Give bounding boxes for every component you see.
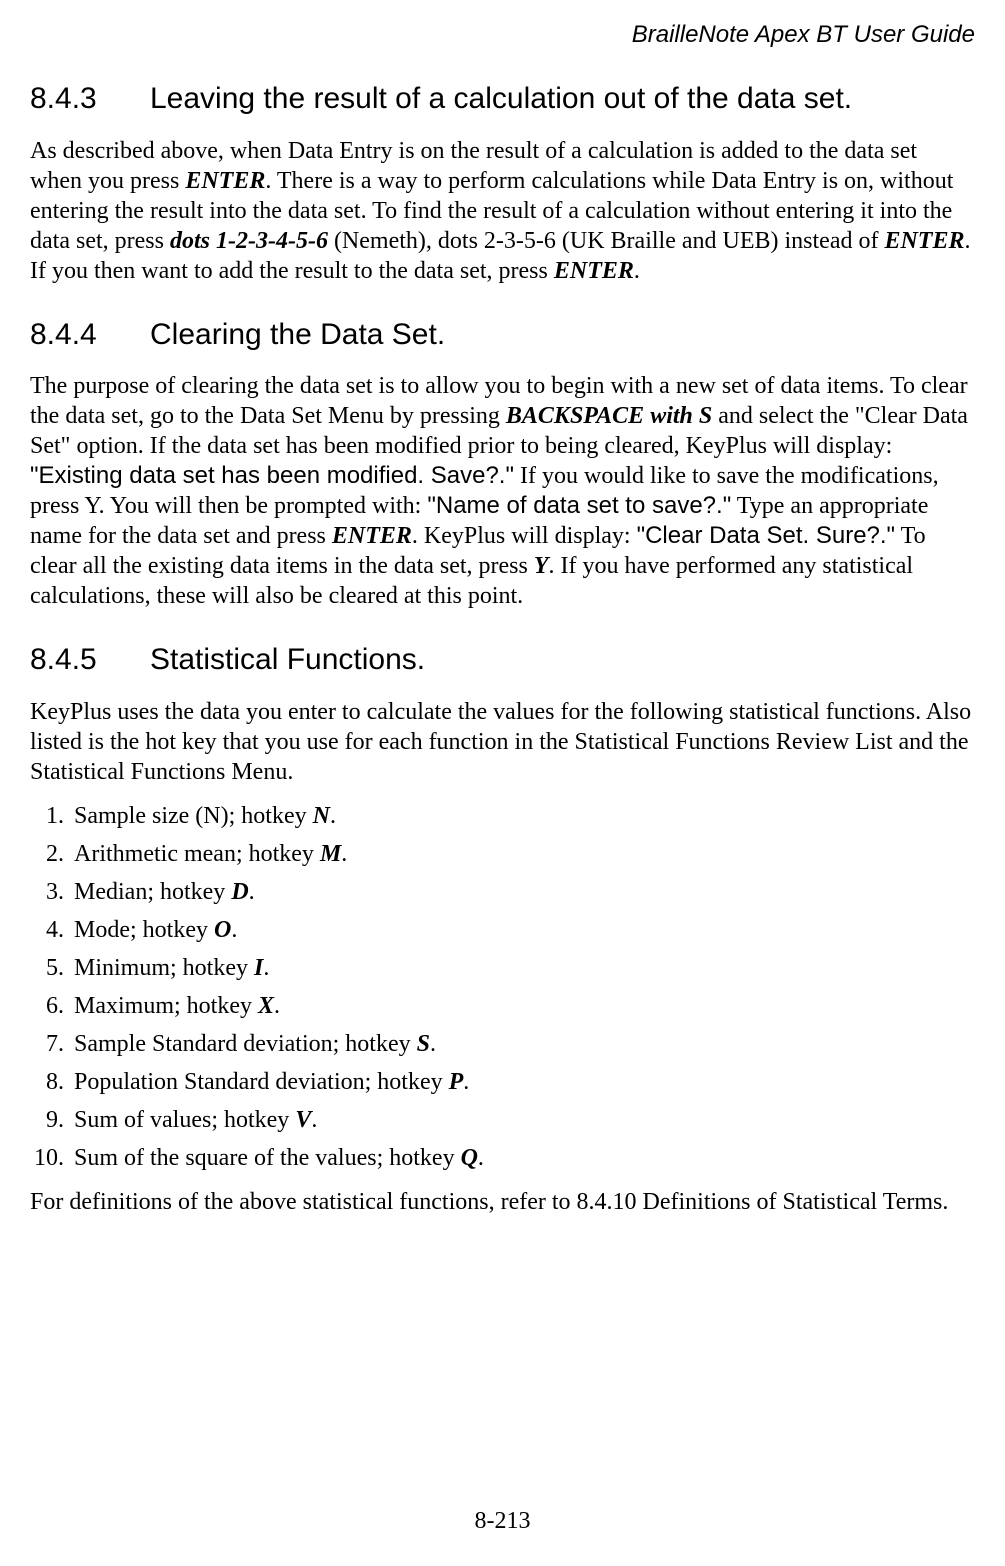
display-prompt: "Existing data set has been modified. Sa… — [30, 462, 514, 489]
text: Median; hotkey — [74, 879, 231, 905]
list-item: Sum of the square of the values; hotkey … — [70, 1143, 975, 1173]
text: . — [430, 1031, 436, 1057]
statistical-functions-list: Sample size (N); hotkey N. Arithmetic me… — [30, 801, 975, 1173]
key-dots: dots 1-2-3-4-5-6 — [170, 228, 328, 254]
text: Minimum; hotkey — [74, 955, 254, 981]
list-item: Mode; hotkey O. — [70, 915, 975, 945]
heading-title: Statistical Functions. — [150, 643, 425, 676]
text: . — [263, 955, 269, 981]
list-item: Sample size (N); hotkey N. — [70, 801, 975, 831]
key-y: Y — [534, 553, 549, 579]
text: Maximum; hotkey — [74, 993, 258, 1019]
text: (Nemeth), dots 2-3-5-6 (UK Braille and U… — [328, 228, 885, 254]
hotkey: O — [214, 917, 231, 943]
hotkey: M — [320, 841, 341, 867]
text: . — [231, 917, 237, 943]
hotkey: V — [295, 1107, 311, 1133]
page: BrailleNote Apex BT User Guide 8.4.3Leav… — [0, 0, 1005, 1566]
list-item: Minimum; hotkey I. — [70, 953, 975, 983]
paragraph: As described above, when Data Entry is o… — [30, 136, 975, 286]
display-prompt: "Clear Data Set. Sure?." — [637, 522, 896, 549]
text: . — [634, 258, 640, 284]
text: . — [330, 803, 336, 829]
paragraph: For definitions of the above statistical… — [30, 1187, 975, 1217]
text: Population Standard deviation; hotkey — [74, 1069, 449, 1095]
text: Sample Standard deviation; hotkey — [74, 1031, 417, 1057]
hotkey: X — [258, 993, 274, 1019]
list-item: Median; hotkey D. — [70, 877, 975, 907]
page-number: 8-213 — [0, 1506, 1005, 1536]
text: Sample size (N); hotkey — [74, 803, 313, 829]
text: . — [274, 993, 280, 1019]
key-enter: ENTER — [185, 168, 265, 194]
running-header: BrailleNote Apex BT User Guide — [30, 20, 975, 50]
heading-8-4-4: 8.4.4Clearing the Data Set. — [30, 316, 975, 354]
key-backspace-s: BACKSPACE with S — [506, 403, 712, 429]
heading-8-4-3: 8.4.3Leaving the result of a calculation… — [30, 80, 975, 118]
paragraph: KeyPlus uses the data you enter to calcu… — [30, 697, 975, 787]
heading-number: 8.4.5 — [30, 641, 150, 679]
hotkey: S — [417, 1031, 430, 1057]
text: . — [341, 841, 347, 867]
hotkey: P — [449, 1069, 464, 1095]
hotkey: N — [313, 803, 330, 829]
hotkey: D — [231, 879, 248, 905]
list-item: Maximum; hotkey X. — [70, 991, 975, 1021]
heading-8-4-5: 8.4.5Statistical Functions. — [30, 641, 975, 679]
heading-title: Clearing the Data Set. — [150, 318, 445, 351]
key-enter: ENTER — [884, 228, 964, 254]
text: . — [311, 1107, 317, 1133]
key-enter: ENTER — [554, 258, 634, 284]
heading-number: 8.4.4 — [30, 316, 150, 354]
hotkey: Q — [461, 1145, 478, 1171]
text: . — [249, 879, 255, 905]
text: Mode; hotkey — [74, 917, 214, 943]
list-item: Population Standard deviation; hotkey P. — [70, 1067, 975, 1097]
key-enter: ENTER — [332, 523, 412, 549]
list-item: Arithmetic mean; hotkey M. — [70, 839, 975, 869]
paragraph: The purpose of clearing the data set is … — [30, 371, 975, 611]
text: . KeyPlus will display: — [412, 523, 637, 549]
text: . — [463, 1069, 469, 1095]
hotkey: I — [254, 955, 263, 981]
text: Arithmetic mean; hotkey — [74, 841, 320, 867]
text: Sum of values; hotkey — [74, 1107, 295, 1133]
list-item: Sample Standard deviation; hotkey S. — [70, 1029, 975, 1059]
display-prompt: "Name of data set to save?." — [427, 492, 731, 519]
list-item: Sum of values; hotkey V. — [70, 1105, 975, 1135]
heading-title: Leaving the result of a calculation out … — [150, 82, 852, 115]
text: Sum of the square of the values; hotkey — [74, 1145, 461, 1171]
text: . — [478, 1145, 484, 1171]
heading-number: 8.4.3 — [30, 80, 150, 118]
